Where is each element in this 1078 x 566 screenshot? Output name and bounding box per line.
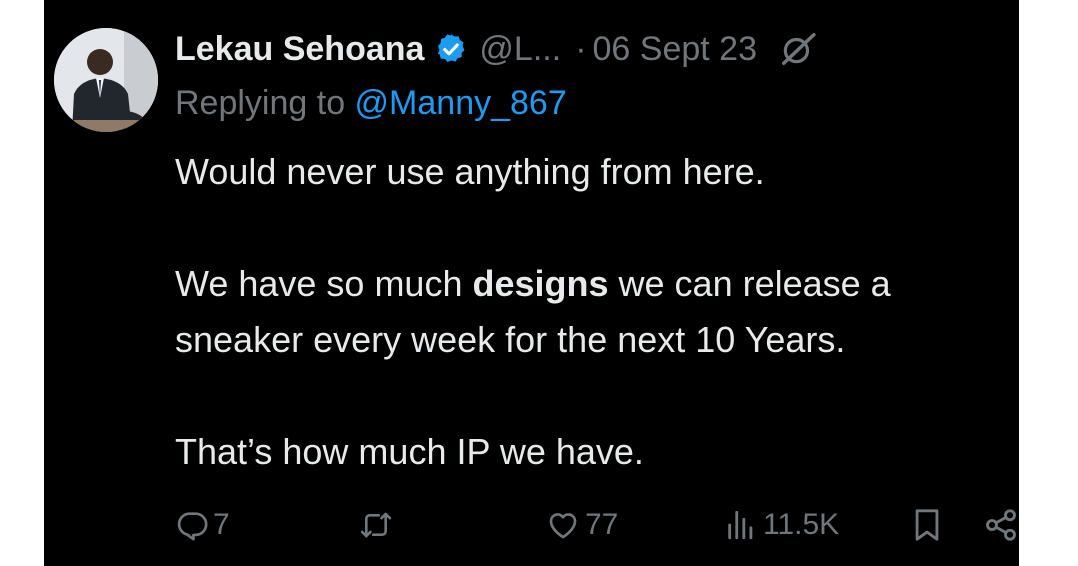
retweet-icon xyxy=(358,508,394,542)
replying-to: Replying to @Manny_867 xyxy=(175,84,567,123)
views-count: 11.5K xyxy=(763,508,840,541)
share-icon xyxy=(983,507,1019,543)
bookmark-button[interactable] xyxy=(910,500,944,550)
reply-button[interactable]: 7 xyxy=(175,500,230,550)
views-icon xyxy=(723,508,759,542)
reply-icon xyxy=(175,508,209,542)
tweet-card: Lekau Sehoana @L... · 06 Sept 23 Replyin… xyxy=(44,0,1019,566)
like-button[interactable]: 77 xyxy=(545,500,618,550)
separator-dot: · xyxy=(575,29,587,68)
author-handle[interactable]: @L... xyxy=(479,30,561,69)
retweet-button[interactable] xyxy=(358,500,398,550)
share-button[interactable] xyxy=(983,500,1019,550)
author-name[interactable]: Lekau Sehoana xyxy=(175,30,424,69)
action-bar: 7 77 11.5K xyxy=(175,500,1019,550)
like-count: 77 xyxy=(585,508,619,541)
tweet-text-bold-word: designs xyxy=(472,263,609,304)
verified-badge-icon[interactable] xyxy=(434,32,468,66)
tweet-text-line3: That’s how much IP we have. xyxy=(175,431,644,472)
tweet-text-paragraph2: We have so much designs we can release a… xyxy=(175,256,1015,368)
tweet-date[interactable]: 06 Sept 23 xyxy=(593,30,757,69)
avatar-image xyxy=(54,28,158,132)
tweet-header: Lekau Sehoana @L... · 06 Sept 23 xyxy=(175,27,817,71)
views-button[interactable]: 11.5K xyxy=(723,500,839,550)
avatar[interactable] xyxy=(54,28,158,132)
replying-to-label: Replying to xyxy=(175,84,355,122)
replying-to-handle[interactable]: @Manny_867 xyxy=(355,84,567,122)
tweet-text-line1: Would never use anything from here. xyxy=(175,151,765,192)
grok-icon[interactable] xyxy=(779,30,817,68)
like-icon xyxy=(545,508,581,542)
bookmark-icon xyxy=(910,506,944,544)
reply-count: 7 xyxy=(213,508,230,541)
tweet-text-prefix: We have so much xyxy=(175,263,473,304)
